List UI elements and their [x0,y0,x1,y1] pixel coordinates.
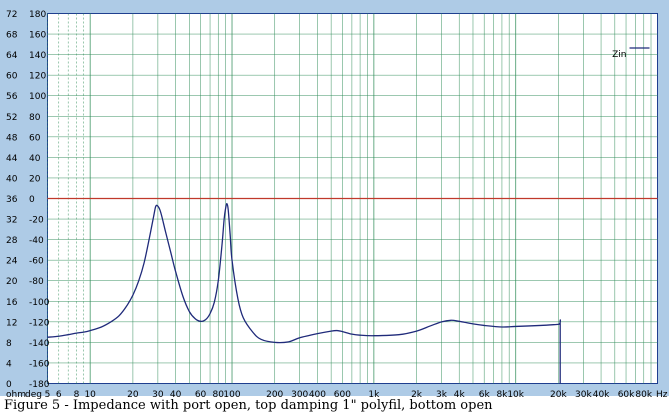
ohm-tick-label: 8 [6,339,12,349]
ohm-tick-label: 64 [6,51,18,61]
figure-caption: Figure 5 - Impedance with port open, top… [4,399,493,413]
deg-tick-label: 180 [29,10,46,20]
ohm-tick-label: 32 [6,216,17,226]
deg-tick-label: -140 [29,339,50,349]
deg-tick-label: -80 [29,277,44,287]
ohm-tick-label: 60 [6,72,18,82]
deg-tick-label: 80 [29,113,41,123]
ohm-tick-label: 40 [6,174,18,184]
ohm-tick-label: 36 [6,195,18,205]
deg-tick-label: 160 [29,31,46,41]
deg-tick-label: 120 [29,72,46,82]
ohm-tick-label: 68 [6,31,18,41]
ohm-tick-label: 44 [6,154,18,164]
deg-tick-label: -120 [29,318,50,328]
ohm-tick-label: 24 [6,257,18,267]
deg-tick-label: -40 [29,236,44,246]
ohm-tick-label: 28 [6,236,18,246]
ohm-tick-label: 72 [6,10,17,20]
ohm-tick-label: 20 [6,277,18,287]
deg-tick-label: -100 [29,298,50,308]
deg-tick-label: -20 [29,216,44,226]
legend-label-zin: Zin [612,50,626,60]
ohm-tick-label: 0 [6,380,12,390]
ohm-tick-label: 12 [6,318,17,328]
deg-tick-label: 100 [29,92,46,102]
deg-tick-label: 140 [29,51,46,61]
deg-tick-label: 40 [29,154,41,164]
chart-frame: 72 180 68 160 64 140 60 120 56 100 52 80 48 60 44 40 40 2… [0,0,669,413]
ohm-tick-label: 52 [6,113,17,123]
ohm-tick-label: 16 [6,298,18,308]
ohm-tick-label: 56 [6,92,18,102]
deg-tick-label: 0 [29,195,35,205]
deg-tick-label: 20 [29,174,41,184]
deg-tick-label: -180 [29,380,50,390]
deg-tick-label: 60 [29,133,41,143]
ohm-tick-label: 4 [6,359,12,369]
deg-tick-label: -60 [29,257,44,267]
impedance-chart: 72 18068 16064 14060 12056 10052 8048 6044 4040 2… [0,0,669,400]
deg-tick-label: -160 [29,359,50,369]
ohm-tick-label: 48 [6,133,18,143]
